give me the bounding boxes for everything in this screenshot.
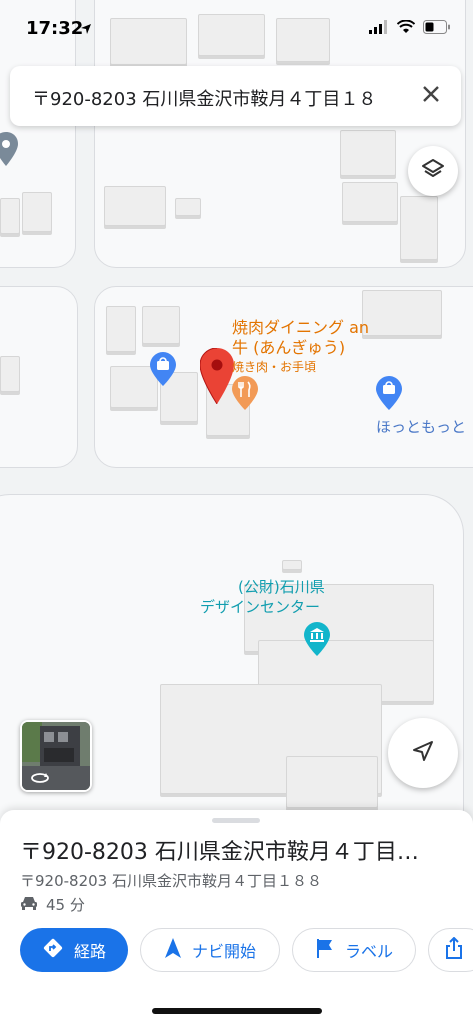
street-view-rotate-icon [30,770,50,789]
location-arrow-icon [80,20,92,39]
building [400,196,438,260]
home-indicator[interactable] [152,1008,322,1014]
street-view-thumbnail[interactable] [20,720,92,792]
directions-button[interactable]: 経路 [20,928,128,972]
search-query[interactable]: 〒920-8203 石川県金沢市鞍月４丁目１８ [32,85,392,111]
close-button[interactable] [413,78,449,114]
building [106,306,136,352]
share-button[interactable] [428,928,473,972]
building [0,356,20,392]
museum-icon[interactable] [304,622,330,660]
directions-label: 経路 [73,942,106,961]
wifi-icon [396,19,416,38]
signal-icon [369,19,389,38]
start-navigation-label: ナビ開始 [191,942,256,961]
store-icon[interactable] [376,376,402,414]
my-location-button[interactable] [388,718,458,788]
place-address: 〒920-8203 石川県金沢市鞍月４丁目１８８ [20,872,322,890]
battery-icon [423,19,451,38]
navigation-icon [164,937,182,963]
sheet-handle[interactable] [212,818,260,823]
label-button[interactable]: ラベル [292,928,416,972]
building [22,192,52,232]
layers-icon [421,157,445,185]
action-chips: 経路 ナビ開始 ラベル [20,928,473,974]
restaurant-name-line2[interactable]: 牛 (あんぎゅう) [232,338,345,357]
building [104,186,166,226]
map-marker-icon[interactable] [0,132,18,170]
museum-name-line2[interactable]: デザインセンター [200,598,320,617]
status-bar: 17:32 [0,0,473,54]
travel-time-value: 45 分 [46,896,85,914]
building [142,306,180,344]
search-box[interactable]: 〒920-8203 石川県金沢市鞍月４丁目１８ [10,66,461,126]
close-icon [421,84,441,108]
selected-pin-icon[interactable] [199,347,234,408]
building [0,198,20,234]
status-time: 17:32 [26,18,84,39]
building [286,756,378,808]
museum-name-line1[interactable]: (公財)石川県 [238,578,325,597]
building [282,560,302,570]
share-icon [445,936,463,963]
place-title: 〒920-8203 石川県金沢市鞍月４丁目… [20,840,419,865]
building [362,290,442,336]
restaurant-subtitle: 焼き肉・お手頃 [232,360,317,374]
status-icons [369,18,451,38]
building [342,182,398,222]
car-icon [20,896,38,914]
building [175,198,201,216]
restaurant-icon[interactable] [232,376,258,414]
store-name[interactable]: ほっともっと [376,418,466,437]
travel-time: 45 分 [20,894,85,915]
restaurant-name-line1[interactable]: 焼肉ダイニング an [232,318,369,337]
directions-icon [42,937,64,963]
layers-button[interactable] [408,146,458,196]
label-button-label: ラベル [344,942,393,961]
building [340,130,396,176]
store-icon[interactable] [150,352,176,390]
navigation-arrow-icon [411,739,435,767]
flag-icon [315,937,335,963]
start-navigation-button[interactable]: ナビ開始 [140,928,280,972]
place-bottom-sheet[interactable]: 〒920-8203 石川県金沢市鞍月４丁目… 〒920-8203 石川県金沢市鞍… [0,810,473,1024]
